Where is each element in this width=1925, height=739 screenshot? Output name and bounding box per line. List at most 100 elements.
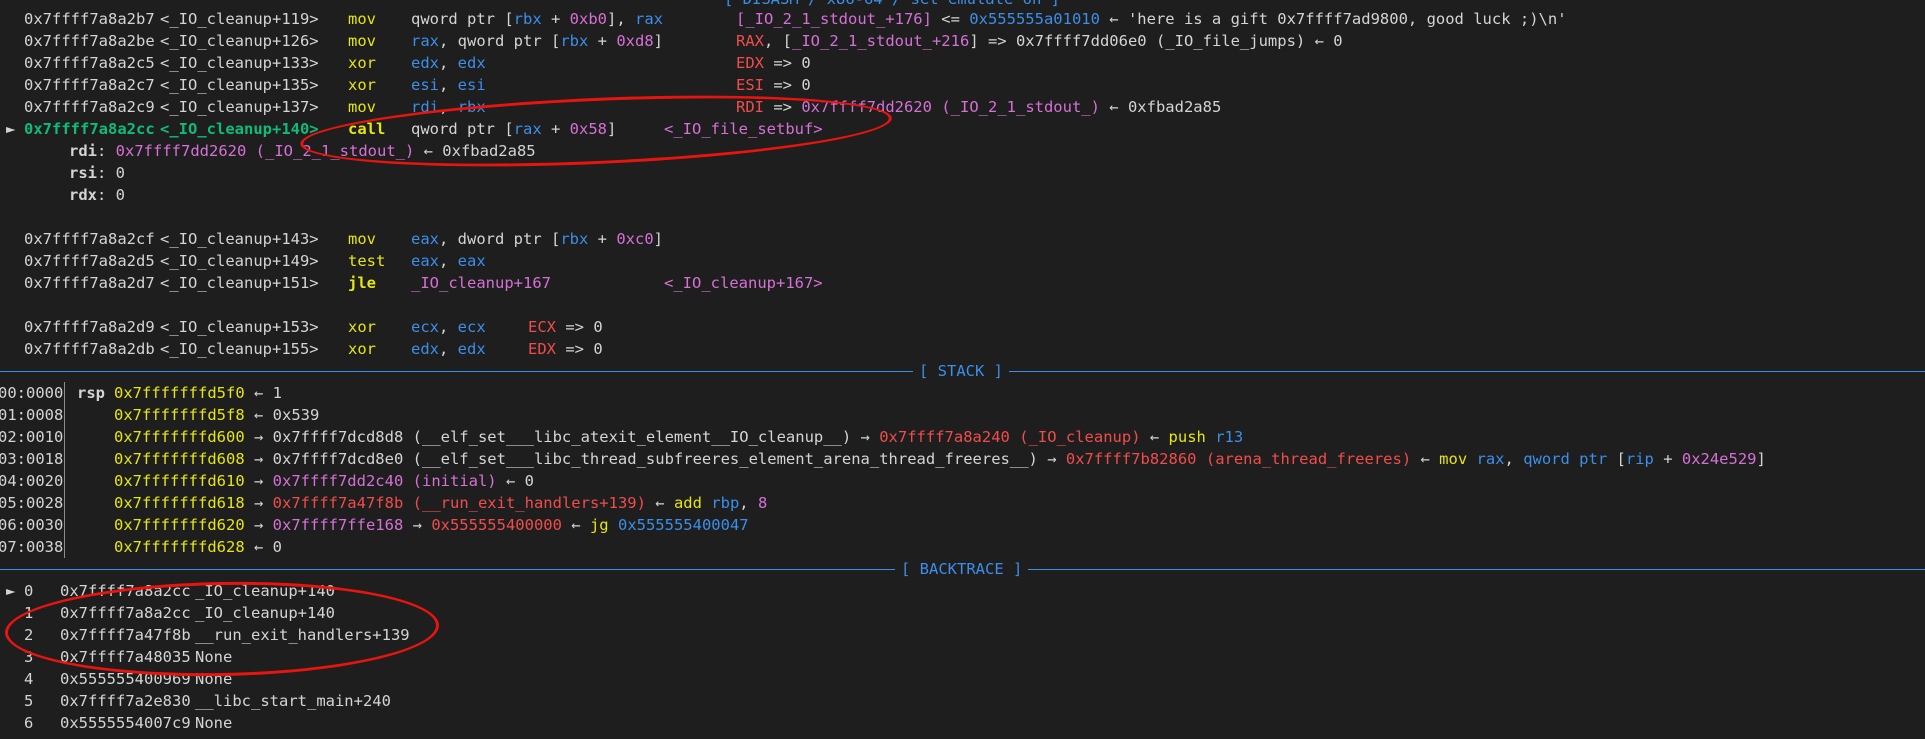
instruction-symbol: <_IO_cleanup+140> (160, 120, 319, 138)
note-token: ECX (528, 318, 556, 336)
instruction-symbol: <_IO_cleanup+119> (160, 10, 319, 28)
note-token: , [ (764, 32, 792, 50)
stack-token (403, 494, 412, 512)
stack-token: ← (561, 516, 590, 534)
operand-token: rbx (560, 32, 589, 50)
stack-token: 0x7fffffffd600 (114, 428, 245, 446)
stack-token: jg (589, 516, 609, 534)
operand-token: , (439, 54, 458, 72)
operands: esi, esi (411, 74, 486, 96)
stack-token: 0x555555400000 (431, 516, 562, 534)
stack-offset: 01:0008 (0, 406, 64, 424)
mnemonic: test (348, 252, 386, 270)
frame-function: None (195, 648, 233, 666)
operands: qword ptr [rax + 0x58] (411, 118, 616, 140)
operands: rdi, rbx (411, 96, 486, 118)
operand-token: rdi (411, 98, 439, 116)
stack-token: ← (1140, 428, 1169, 446)
stack-token: (_IO_cleanup) (1019, 428, 1141, 446)
note-token: RAX (736, 32, 764, 50)
note-token: ] => 0x7ffff7dd06e0 (_IO_file_jumps) ← 0 (969, 32, 1343, 50)
stack-content: 0x7fffffffd610 → 0x7ffff7dd2c40 (initial… (114, 470, 534, 492)
stack-token: rip (1625, 450, 1654, 468)
operand-token: qword ptr [ (411, 120, 514, 138)
instruction-address: 0x7ffff7a8a2cf (24, 230, 155, 248)
instruction-address: 0x7ffff7a8a2be (24, 32, 155, 50)
annotation-note: <_IO_cleanup+167> (664, 272, 823, 294)
stack-token (1010, 428, 1019, 446)
note-token: => 0 (764, 54, 811, 72)
frame-marker: ► (6, 582, 16, 600)
stack-token: (arena_thread_freeres) (1205, 450, 1412, 468)
note-token: => 0 (556, 318, 603, 336)
operands: qword ptr [rbx + 0xb0], rax (411, 8, 663, 30)
stack-token: 0x7fffffffd620 (114, 516, 245, 534)
frame-number: 2 (24, 626, 34, 644)
frame-address: 0x7ffff7a8a2cc (60, 582, 191, 600)
frame-function: __run_exit_handlers+139 (195, 626, 410, 644)
annotation-note: RAX, [_IO_2_1_stdout_+216] => 0x7ffff7dd… (736, 30, 1343, 52)
stack-token: , (739, 494, 758, 512)
stack-token: 0x7fffffffd608 (114, 450, 245, 468)
argument-token: rsi (69, 164, 97, 182)
stack-offset: 05:0028 (0, 494, 64, 512)
annotation-note: ECX => 0 (528, 316, 603, 338)
argument-token: (_IO_2_1_stdout_) (255, 142, 415, 160)
annotation-note: [_IO_2_1_stdout_+176] <= 0x555555a01010 … (736, 8, 1567, 30)
annotation-note: RDI => 0x7ffff7dd2620 (_IO_2_1_stdout_) … (736, 96, 1221, 118)
note-token: (_IO_2_1_stdout_) (941, 98, 1100, 116)
note-token: RDI (736, 98, 764, 116)
instruction-symbol: <_IO_cleanup+149> (160, 252, 319, 270)
stack-separator: [ STACK ] (0, 360, 1925, 382)
stack-token: → 0x7ffff7dcd8d8 (__elf_set___libc_atexi… (244, 428, 880, 446)
stack-token: push (1168, 428, 1206, 446)
operand-token: _IO_cleanup+167 (411, 274, 551, 292)
operand-token: rbx (457, 98, 486, 116)
operand-token: + (588, 32, 617, 50)
operand-token: 0x58 (569, 120, 607, 138)
operand-token: 0xb0 (569, 10, 607, 28)
operand-token: rax (634, 10, 663, 28)
frame-number: 4 (24, 670, 34, 688)
stack-token: 0x7fffffffd628 (114, 538, 245, 556)
frame-number: 0 (24, 582, 34, 600)
stack-token: ← 0 (244, 538, 282, 556)
stack-offset: 03:0018 (0, 450, 64, 468)
annotation-note: EDX => 0 (736, 52, 811, 74)
instruction-address: 0x7ffff7a8a2d7 (24, 274, 155, 292)
mnemonic: mov (348, 230, 376, 248)
operands: ecx, ecx (411, 316, 486, 338)
frame-address: 0x7ffff7a2e830 (60, 692, 191, 710)
operands: edx, edx (411, 338, 486, 360)
argument-token: 0x7ffff7dd2620 (115, 142, 247, 160)
stack-token: 0x7fffffffd5f8 (114, 406, 245, 424)
operand-token: ecx (457, 318, 486, 336)
stack-token (1197, 450, 1206, 468)
frame-address: 0x5555554007c9 (60, 714, 191, 732)
stack-token (609, 516, 618, 534)
annotation-note: EDX => 0 (528, 338, 603, 360)
stack-gutter (64, 382, 65, 558)
stack-token: → (244, 516, 273, 534)
stack-token: → (403, 516, 432, 534)
stack-token: r13 (1215, 428, 1244, 446)
stack-token: rax (1476, 450, 1505, 468)
stack-token: 0x7fffffffd618 (114, 494, 245, 512)
operand-token: + (541, 120, 570, 138)
argument-token: : 0 (97, 164, 125, 182)
note-token: <_IO_cleanup+167> (664, 274, 823, 292)
stack-token: 0x7fffffffd610 (114, 472, 245, 490)
operands: eax, dword ptr [rbx + 0xc0] (411, 228, 663, 250)
stack-token (1206, 428, 1215, 446)
mnemonic: call (348, 120, 386, 138)
stack-token: ← 0 (496, 472, 534, 490)
stack-offset: 04:0020 (0, 472, 64, 490)
note-token: <= (931, 10, 970, 28)
stack-token: ← (1411, 450, 1440, 468)
instruction-symbol: <_IO_cleanup+133> (160, 54, 319, 72)
stack-token: 8 (757, 494, 768, 512)
note-token: ESI (736, 76, 764, 94)
stack-token: (__run_exit_handlers+139) (412, 494, 646, 512)
operand-token: 0xd8 (616, 32, 654, 50)
stack-token: (initial) (412, 472, 497, 490)
